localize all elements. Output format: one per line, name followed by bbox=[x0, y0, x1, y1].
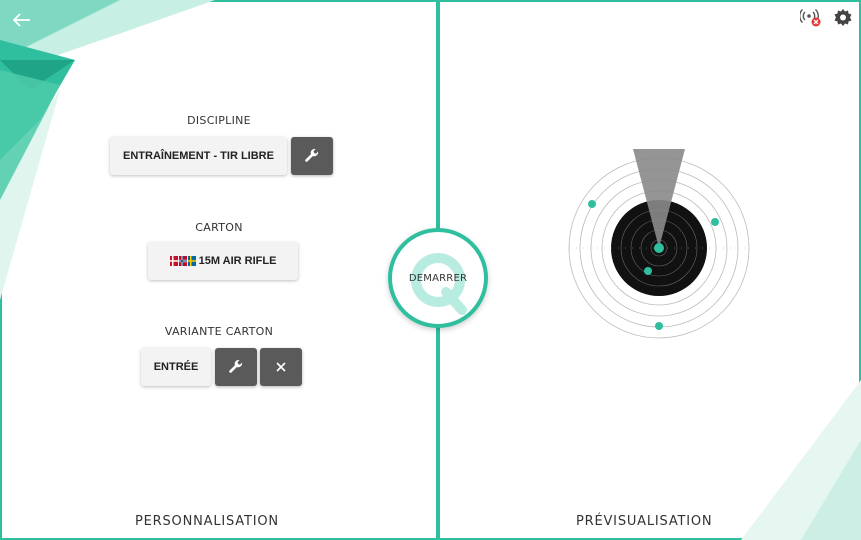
settings-button[interactable] bbox=[831, 6, 855, 30]
variante-settings-button[interactable] bbox=[215, 348, 257, 386]
gear-icon bbox=[834, 9, 852, 26]
wrench-icon bbox=[305, 148, 319, 162]
discipline-select-button[interactable]: ENTRAÎNEMENT - TIR LIBRE bbox=[110, 137, 287, 175]
variante-clear-button[interactable] bbox=[260, 348, 302, 386]
start-button[interactable]: DEMARRER bbox=[388, 228, 488, 328]
shot-marker-4 bbox=[588, 200, 596, 208]
preview-panel: PRÉVISUALISATION bbox=[441, 0, 861, 540]
shot-marker-5 bbox=[654, 243, 664, 253]
nordic-flags-icon bbox=[169, 256, 196, 266]
discipline-settings-button[interactable] bbox=[291, 137, 333, 175]
shot-marker-3 bbox=[711, 218, 719, 226]
variante-value: ENTRÉE bbox=[153, 361, 199, 373]
discipline-value: ENTRAÎNEMENT - TIR LIBRE bbox=[123, 150, 274, 162]
discipline-label: DISCIPLINE bbox=[187, 114, 251, 127]
shot-marker-2 bbox=[644, 267, 652, 275]
carton-value: 15M AIR RIFLE bbox=[198, 255, 277, 267]
carton-label: CARTON bbox=[195, 221, 243, 234]
personalization-panel: DISCIPLINE ENTRAÎNEMENT - TIR LIBRE CART… bbox=[0, 0, 438, 540]
close-icon bbox=[276, 362, 286, 372]
variante-select-button[interactable]: ENTRÉE bbox=[141, 348, 211, 386]
start-label: DEMARRER bbox=[408, 272, 468, 284]
target-preview bbox=[568, 149, 750, 339]
personalization-title: PERSONNALISATION bbox=[135, 514, 279, 529]
wrench-icon bbox=[229, 359, 243, 373]
arrow-left-icon bbox=[13, 13, 30, 27]
wireless-disconnected-icon bbox=[800, 8, 821, 27]
variante-label: VARIANTE CARTON bbox=[164, 325, 274, 338]
preview-title: PRÉVISUALISATION bbox=[576, 514, 713, 529]
back-button[interactable] bbox=[10, 8, 34, 32]
carton-select-button[interactable]: 15M AIR RIFLE bbox=[148, 242, 298, 280]
shot-marker-1 bbox=[655, 322, 663, 330]
connection-status-button[interactable] bbox=[799, 6, 823, 30]
status-toolbar bbox=[799, 6, 855, 30]
